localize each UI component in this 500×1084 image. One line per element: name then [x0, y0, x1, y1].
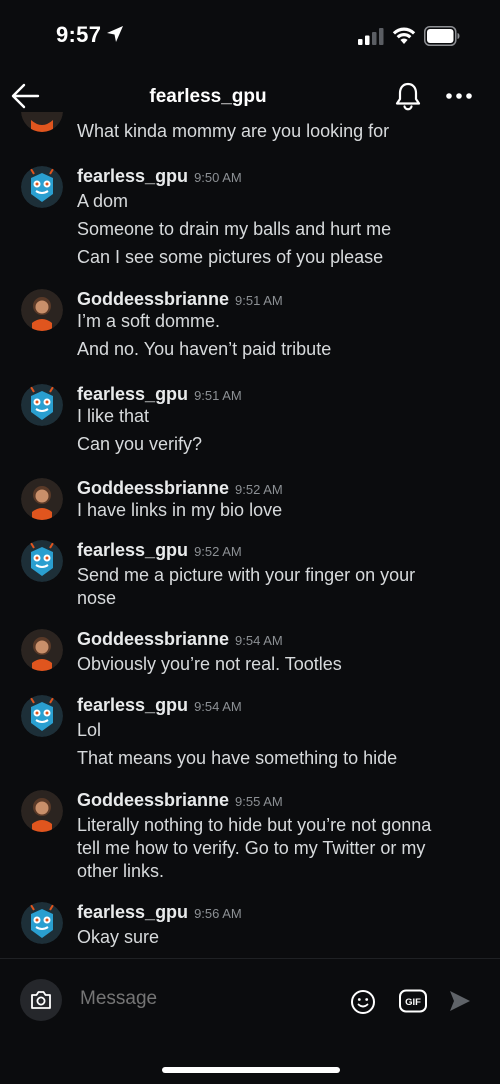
timestamp: 9:51 AM — [235, 293, 283, 308]
avatar-fearless-gpu — [21, 695, 63, 737]
timestamp: 9:56 AM — [194, 906, 242, 921]
camera-button[interactable] — [20, 979, 62, 1021]
timestamp: 9:52 AM — [194, 544, 242, 559]
avatar-fearless-gpu — [21, 540, 63, 582]
status-time: 9:57 — [56, 22, 102, 47]
username[interactable]: Goddeessbrianne — [77, 629, 229, 649]
message-text: Obviously you’re not real. Tootles — [77, 654, 342, 674]
username[interactable]: fearless_gpu — [77, 902, 188, 922]
home-indicator — [162, 1067, 340, 1073]
message-text: Can you verify? — [77, 434, 203, 454]
avatar-fearless-gpu — [21, 902, 63, 944]
message-text: That means you have something to hide — [77, 748, 398, 768]
chat-title: fearless_gpu — [149, 86, 267, 107]
message-text: other links. — [77, 861, 165, 881]
message-text: tell me how to verify. Go to my Twitter … — [77, 838, 426, 858]
camera-icon — [31, 991, 51, 1009]
avatar-goddeessbrianne — [21, 629, 63, 671]
message-text: Can I see some pictures of you please — [77, 247, 384, 267]
username[interactable]: Goddeessbrianne — [77, 478, 229, 498]
message-text: Literally nothing to hide but you’re not… — [77, 815, 432, 835]
username[interactable]: fearless_gpu — [77, 695, 188, 715]
avatar-fearless-gpu — [21, 166, 63, 208]
message-text: nose — [77, 588, 117, 608]
username[interactable]: fearless_gpu — [77, 540, 188, 560]
avatar-goddeessbrianne — [21, 790, 63, 832]
timestamp: 9:55 AM — [235, 794, 283, 809]
battery-icon — [424, 26, 460, 46]
signal-icon — [358, 28, 384, 45]
message-list[interactable]: What kinda mommy are you looking for fea… — [0, 112, 500, 958]
send-icon[interactable] — [449, 990, 471, 1012]
username[interactable]: fearless_gpu — [77, 384, 188, 404]
status-bar: 9:57 — [0, 0, 500, 70]
message-text: I like that — [77, 406, 150, 426]
message-text: A dom — [77, 191, 129, 211]
location-arrow-icon — [107, 26, 123, 42]
username[interactable]: Goddeessbrianne — [77, 790, 229, 810]
avatar-fearless-gpu — [21, 384, 63, 426]
message-text: Lol — [77, 720, 102, 740]
message-text: I’m a soft domme. — [77, 311, 221, 331]
message-text: And no. You haven’t paid tribute — [77, 339, 332, 359]
timestamp: 9:50 AM — [194, 170, 242, 185]
message-text: Someone to drain my balls and hurt me — [77, 219, 392, 239]
message-composer: GIF — [0, 958, 500, 1084]
chat-screen: 9:57 fearless_gpu What kinda mommy are y… — [0, 0, 500, 1084]
emoji-icon[interactable] — [350, 989, 376, 1015]
message-text: Okay sure — [77, 927, 160, 947]
message-text: I have links in my bio love — [77, 500, 283, 520]
message-input[interactable] — [78, 987, 322, 1011]
username[interactable]: Goddeessbrianne — [77, 289, 229, 309]
message-text: What kinda mommy are you looking for — [77, 121, 390, 141]
timestamp: 9:54 AM — [235, 633, 283, 648]
bell-icon[interactable] — [392, 80, 424, 112]
gif-icon[interactable]: GIF — [399, 989, 427, 1013]
more-icon[interactable] — [444, 84, 474, 108]
avatar-goddeessbrianne — [21, 289, 63, 331]
timestamp: 9:54 AM — [194, 699, 242, 714]
username[interactable]: fearless_gpu — [77, 166, 188, 186]
avatar-goddeessbrianne — [21, 112, 63, 132]
avatar-goddeessbrianne — [21, 478, 63, 520]
message-text: Send me a picture with your finger on yo… — [77, 565, 416, 585]
timestamp: 9:52 AM — [235, 482, 283, 497]
wifi-icon — [392, 27, 416, 44]
svg-text:GIF: GIF — [405, 997, 421, 1008]
timestamp: 9:51 AM — [194, 388, 242, 403]
